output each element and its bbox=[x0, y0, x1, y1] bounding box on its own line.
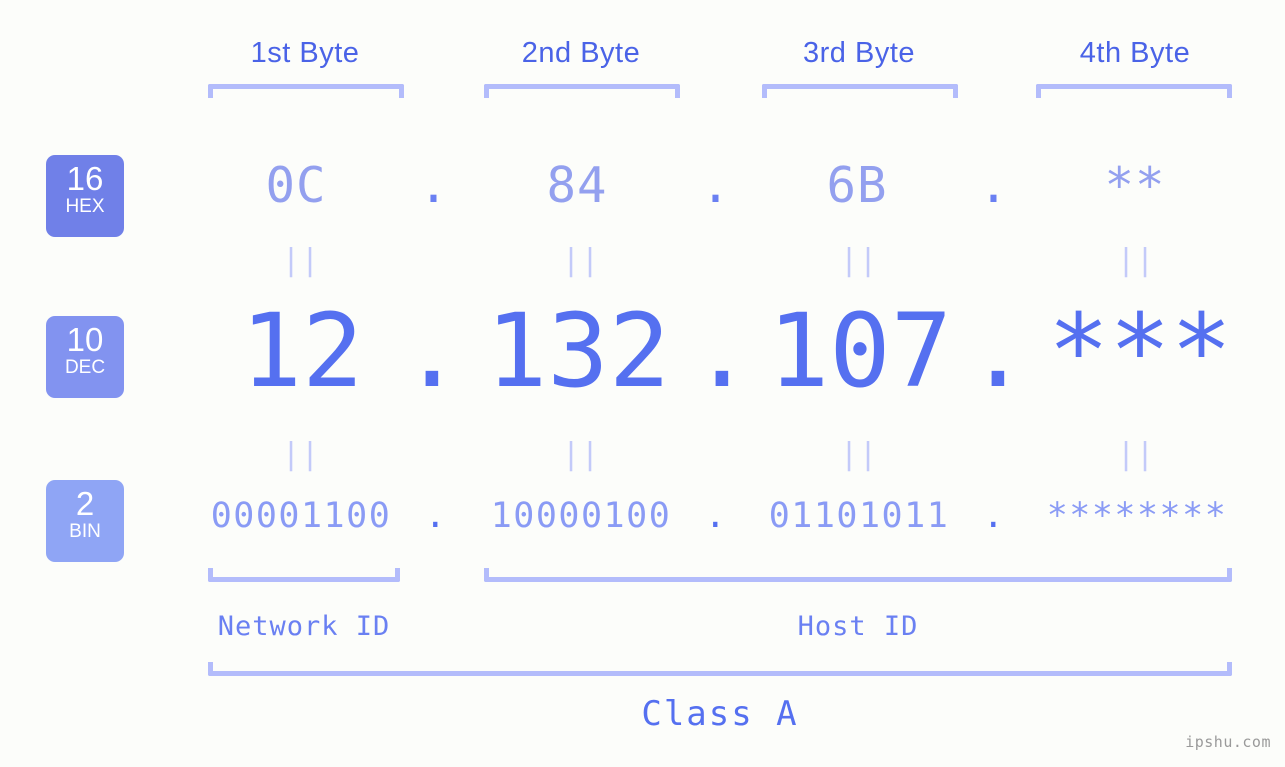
radix-badge-hex-name: HEX bbox=[65, 196, 105, 217]
bin-octet-3: 01101011 bbox=[768, 496, 950, 536]
byte-bracket-4 bbox=[1036, 84, 1232, 98]
network-id-bracket bbox=[208, 568, 400, 582]
equals-mark-hex-dec-4: || bbox=[1116, 243, 1156, 278]
byte-bracket-2 bbox=[484, 84, 680, 98]
byte-header-3: 3rd Byte bbox=[803, 37, 915, 69]
byte-header-2: 2nd Byte bbox=[521, 37, 641, 69]
class-label: Class A bbox=[641, 694, 799, 734]
dec-separator-1: . bbox=[401, 292, 463, 411]
equals-mark-dec-bin-4: || bbox=[1116, 437, 1156, 472]
dec-octet-2: 132 bbox=[485, 292, 671, 411]
equals-mark-hex-dec-1: || bbox=[281, 243, 321, 278]
bin-octet-1: 00001100 bbox=[210, 496, 392, 536]
host-id-label: Host ID bbox=[797, 611, 919, 642]
byte-header-4: 4th Byte bbox=[1079, 37, 1191, 69]
hex-separator-2: . bbox=[700, 157, 732, 214]
radix-badge-bin-name: BIN bbox=[69, 521, 101, 542]
equals-mark-hex-dec-3: || bbox=[839, 243, 879, 278]
radix-badge-hex-number: 16 bbox=[66, 160, 104, 197]
network-id-label: Network ID bbox=[217, 611, 391, 642]
hex-octet-3: 6B bbox=[826, 157, 888, 214]
equals-mark-dec-bin-2: || bbox=[561, 437, 601, 472]
radix-badge-bin-number: 2 bbox=[75, 485, 95, 522]
bin-octet-2: 10000100 bbox=[490, 496, 672, 536]
dec-octet-4: *** bbox=[1047, 292, 1233, 411]
dec-octet-3: 107 bbox=[767, 292, 953, 411]
class-bracket bbox=[208, 662, 1232, 676]
site-watermark: ipshu.com bbox=[1185, 733, 1271, 751]
host-id-bracket bbox=[484, 568, 1232, 582]
bin-octet-4: ******** bbox=[1046, 496, 1228, 536]
radix-badge-dec-number: 10 bbox=[66, 321, 104, 358]
equals-mark-dec-bin-1: || bbox=[281, 437, 321, 472]
ip-address-diagram: 1st Byte 2nd Byte 3rd Byte 4th Byte 16 H… bbox=[0, 0, 1285, 767]
byte-bracket-3 bbox=[762, 84, 958, 98]
hex-octet-4: ** bbox=[1104, 157, 1166, 214]
hex-octet-1: 0C bbox=[265, 157, 327, 214]
hex-separator-3: . bbox=[978, 157, 1010, 214]
byte-bracket-1 bbox=[208, 84, 404, 98]
bin-separator-2: . bbox=[704, 496, 728, 536]
bin-separator-1: . bbox=[424, 496, 448, 536]
bin-separator-3: . bbox=[982, 496, 1006, 536]
hex-octet-2: 84 bbox=[546, 157, 608, 214]
radix-badge-dec: 10 DEC bbox=[46, 316, 124, 398]
radix-badge-hex: 16 HEX bbox=[46, 155, 124, 237]
dec-octet-1: 12 bbox=[240, 292, 364, 411]
radix-badge-bin: 2 BIN bbox=[46, 480, 124, 562]
equals-mark-hex-dec-2: || bbox=[561, 243, 601, 278]
hex-separator-1: . bbox=[418, 157, 450, 214]
equals-mark-dec-bin-3: || bbox=[839, 437, 879, 472]
byte-header-1: 1st Byte bbox=[250, 37, 360, 69]
radix-badge-dec-name: DEC bbox=[64, 357, 106, 378]
